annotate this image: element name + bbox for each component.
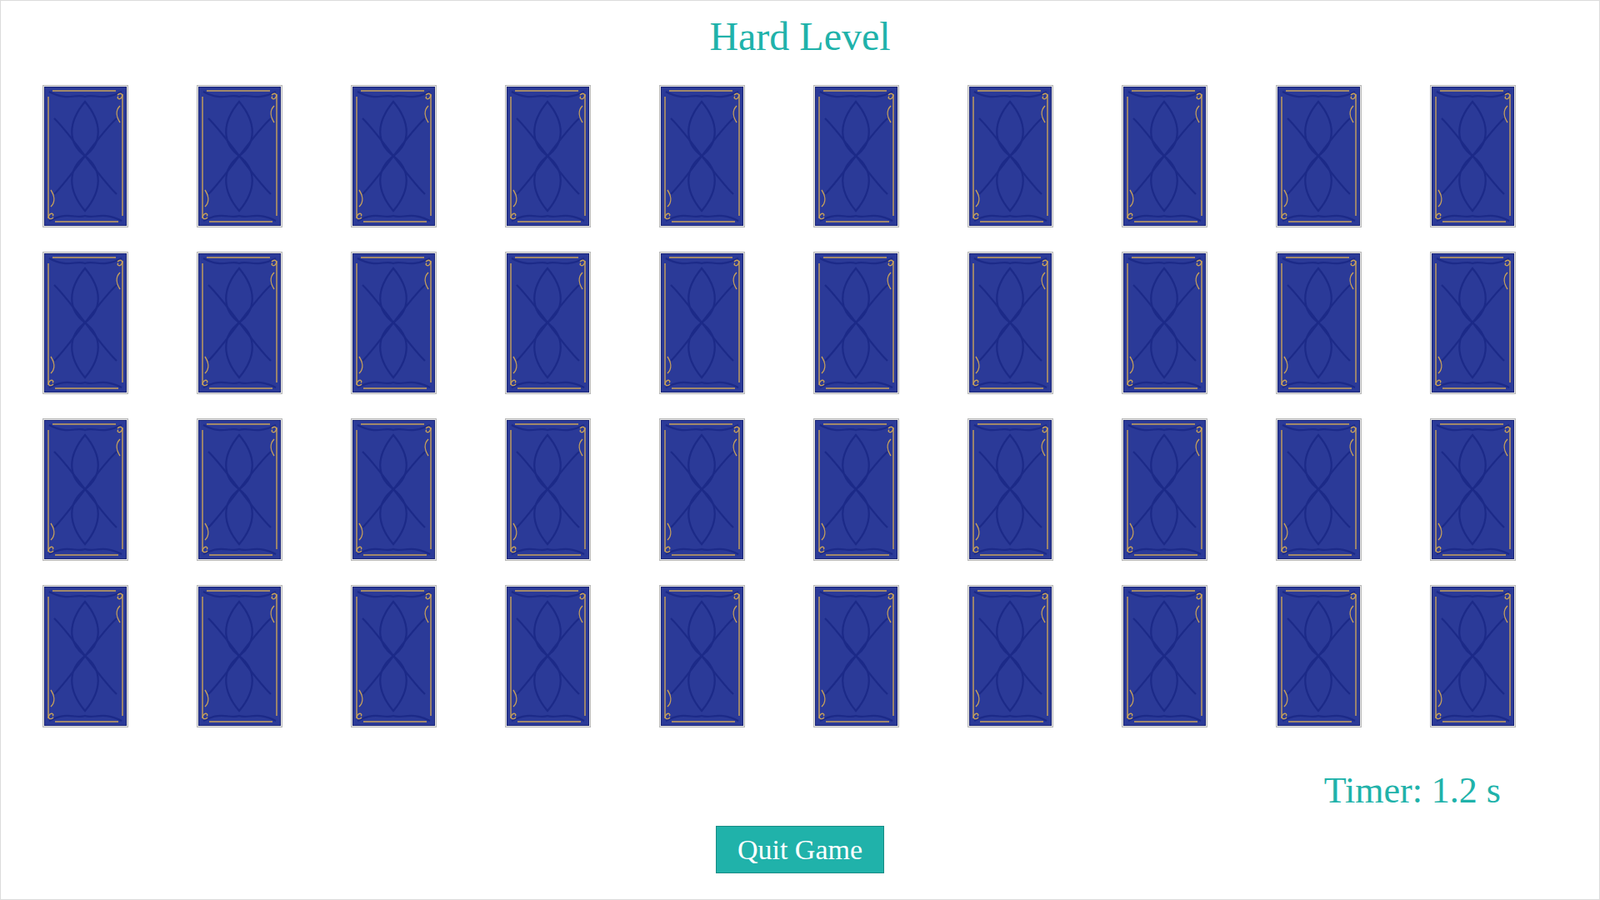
card-back-icon [1121,251,1208,395]
card[interactable] [813,585,900,728]
card[interactable] [196,85,283,228]
quit-button[interactable]: Quit Game [715,825,885,874]
card-back-icon [1275,85,1362,228]
card[interactable] [350,85,437,228]
card-back-icon [42,418,129,561]
card-back-icon [42,85,129,228]
timer-row: Timer: 1.2 s [0,769,1600,813]
card-back-icon [967,251,1054,395]
card[interactable] [1430,251,1516,395]
card-back-icon [350,85,437,228]
card[interactable] [1275,85,1362,228]
card[interactable] [42,418,129,561]
card-back-icon [505,85,591,228]
card[interactable] [505,418,591,561]
card-back-icon [1430,418,1516,561]
card-back-icon [967,418,1054,561]
card-back-icon [813,418,900,561]
card[interactable] [967,85,1054,228]
card-back-icon [505,585,591,728]
card[interactable] [42,85,129,228]
card-back-icon [1275,418,1362,561]
card-back-icon [1275,585,1362,728]
card-back-icon [196,85,283,228]
card-back-icon [42,585,129,728]
card-back-icon [813,585,900,728]
card-back-icon [196,251,283,395]
timer: Timer: 1.2 s [1324,769,1501,813]
card[interactable] [659,418,745,561]
card-back-icon [967,85,1054,228]
card-back-icon [196,418,283,561]
card[interactable] [505,251,591,395]
card[interactable] [659,251,745,395]
card[interactable] [813,85,900,228]
card[interactable] [350,418,437,561]
button-row: Quit Game [0,825,1600,874]
card-back-icon [659,85,745,228]
card[interactable] [967,251,1054,395]
card-back-icon [967,585,1054,728]
card[interactable] [1275,418,1362,561]
card-back-icon [350,251,437,395]
card[interactable] [505,585,591,728]
card[interactable] [350,585,437,728]
card-back-icon [659,251,745,395]
card[interactable] [813,251,900,395]
card[interactable] [1430,418,1516,561]
card[interactable] [350,251,437,395]
card-grid [0,85,1600,728]
card[interactable] [1430,85,1516,228]
card[interactable] [1121,251,1208,395]
card[interactable] [1121,585,1208,728]
card[interactable] [1430,585,1516,728]
card-back-icon [1121,585,1208,728]
card-back-icon [350,585,437,728]
card-back-icon [813,251,900,395]
card[interactable] [1275,585,1362,728]
card[interactable] [196,418,283,561]
card-back-icon [42,251,129,395]
card[interactable] [659,85,745,228]
level-title: Hard Level [0,12,1600,61]
card-back-icon [659,418,745,561]
card[interactable] [1121,418,1208,561]
card[interactable] [505,85,591,228]
card[interactable] [813,418,900,561]
card-back-icon [1121,85,1208,228]
card[interactable] [196,251,283,395]
card[interactable] [42,585,129,728]
card-back-icon [505,418,591,561]
card-back-icon [1430,251,1516,395]
card[interactable] [967,585,1054,728]
card[interactable] [1121,85,1208,228]
card[interactable] [1275,251,1362,395]
card[interactable] [967,418,1054,561]
card[interactable] [659,585,745,728]
card-back-icon [813,85,900,228]
card-back-icon [196,585,283,728]
card[interactable] [42,251,129,395]
card-back-icon [1430,585,1516,728]
card-back-icon [1275,251,1362,395]
game-page: Hard Level Timer: 1.2 s Quit Game [0,0,1600,900]
card-back-icon [659,585,745,728]
card[interactable] [196,585,283,728]
card-back-icon [1430,85,1516,228]
card-back-icon [505,251,591,395]
card-back-icon [350,418,437,561]
card-back-icon [1121,418,1208,561]
